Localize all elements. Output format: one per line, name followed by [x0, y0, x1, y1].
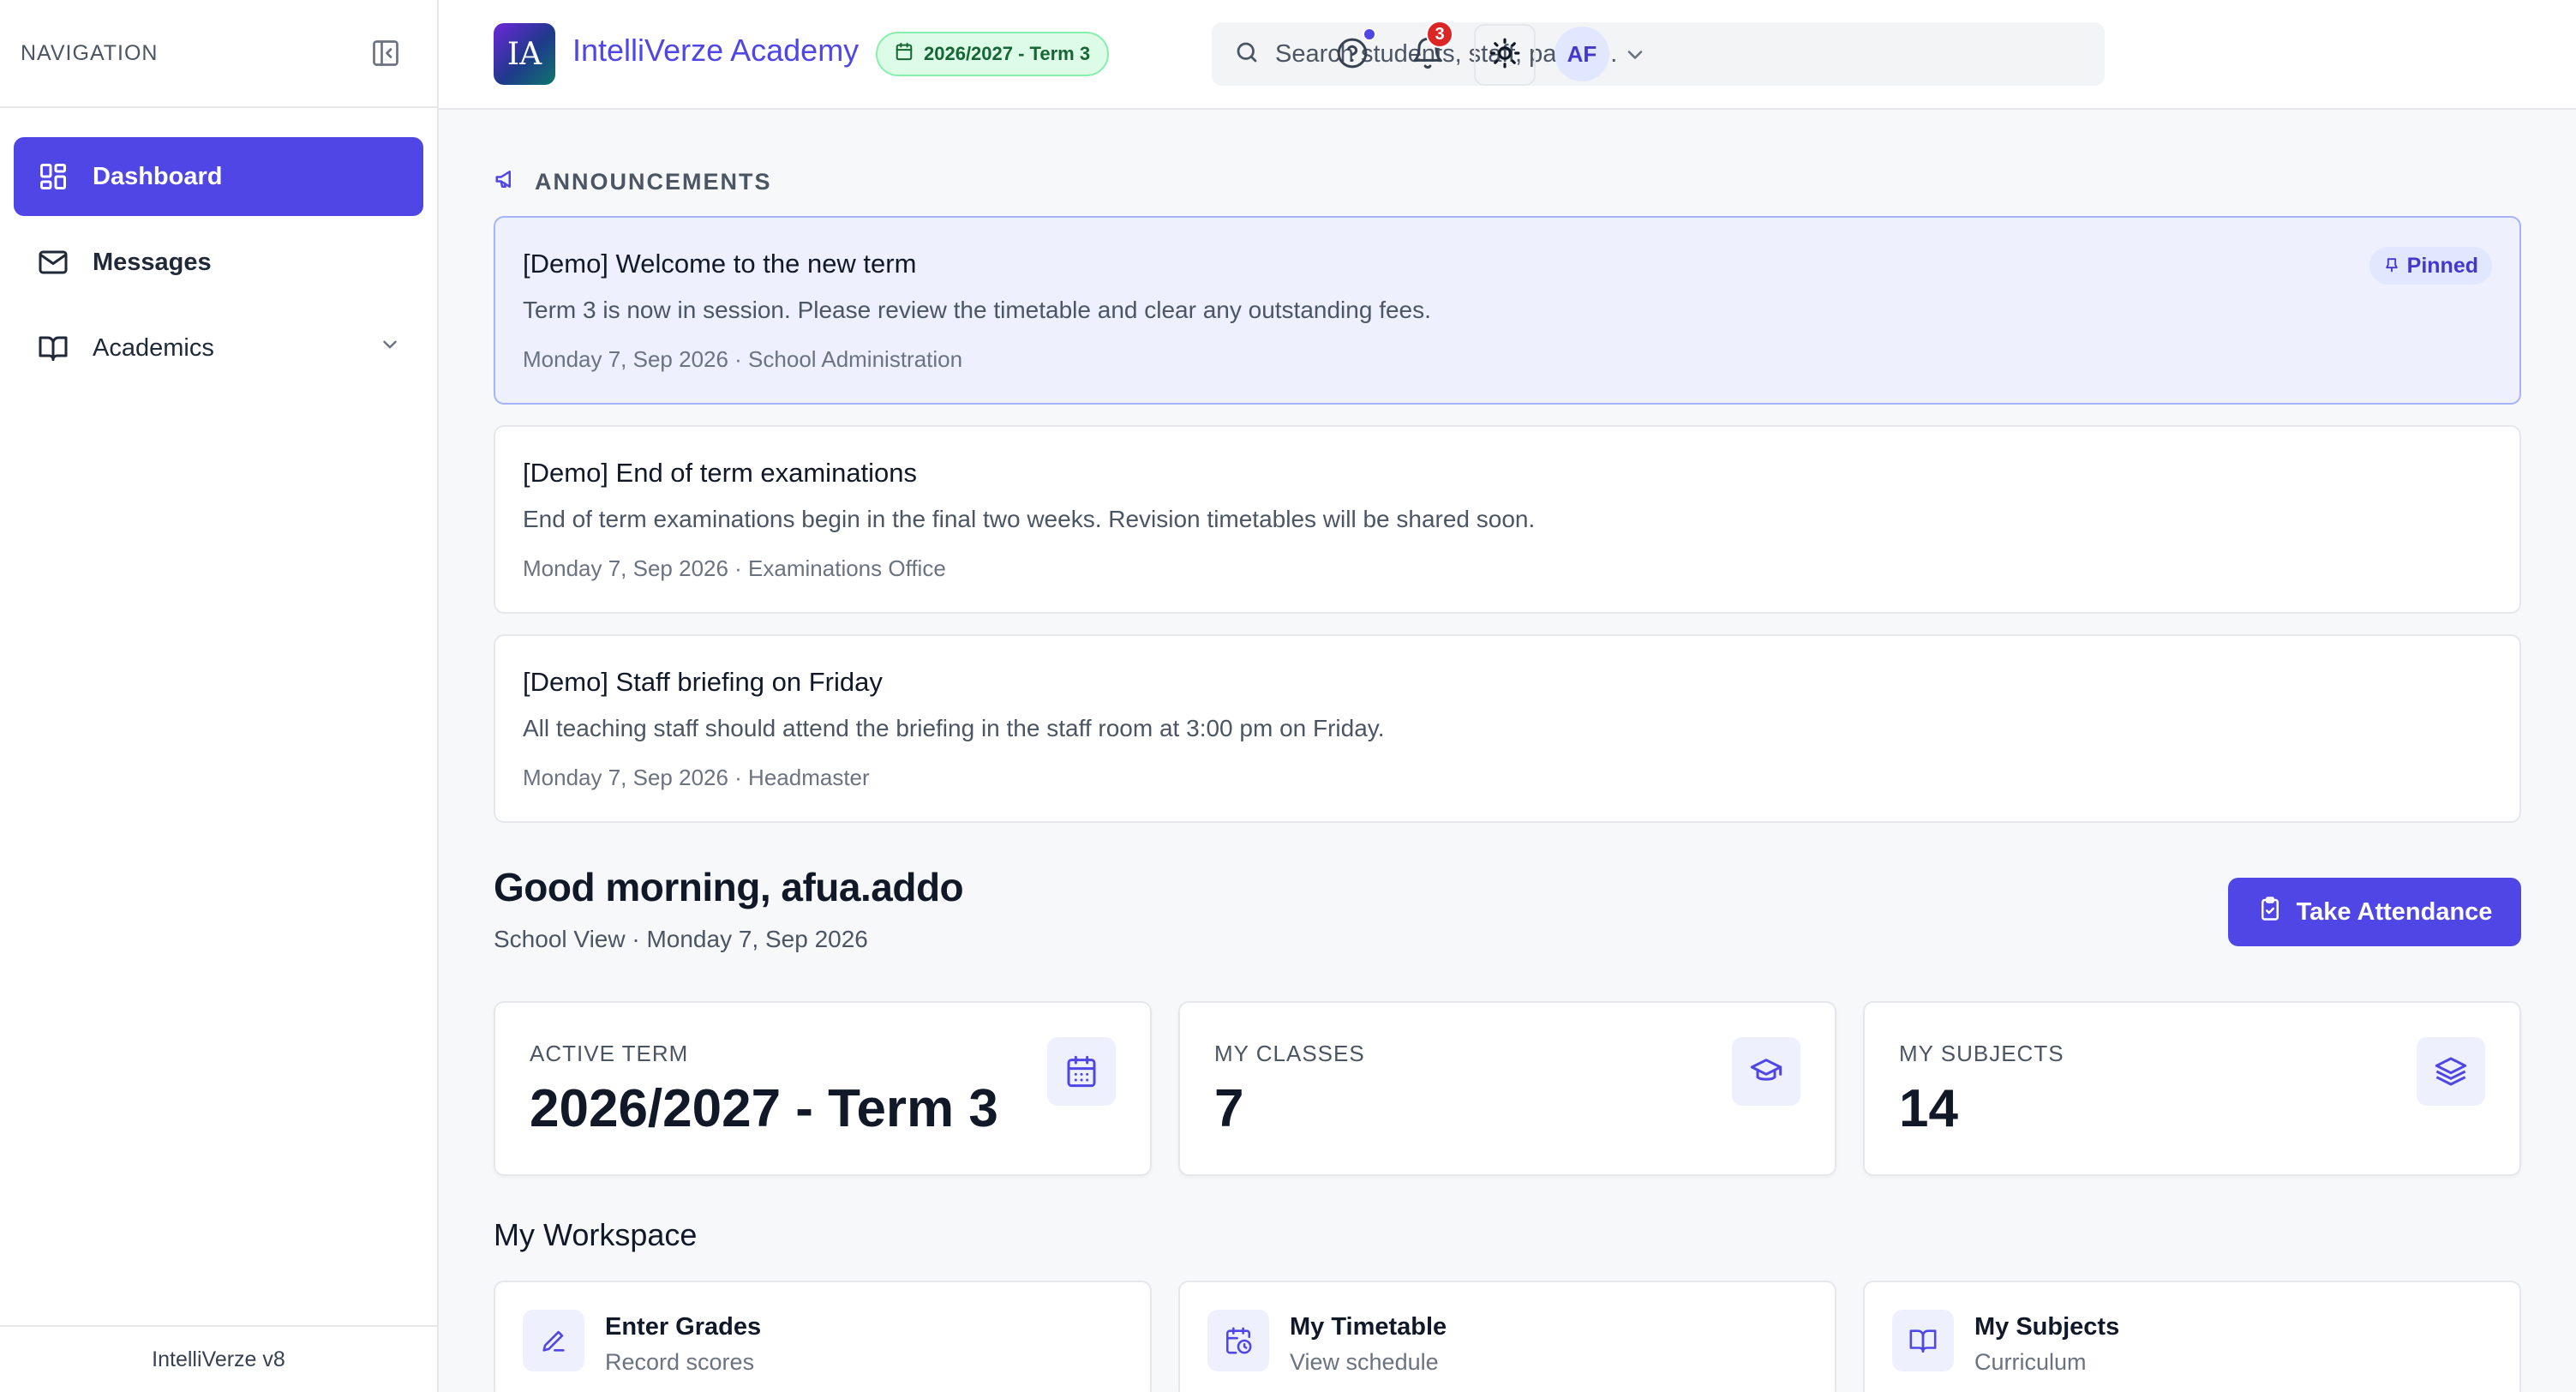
- book-icon: [36, 331, 70, 365]
- book-open-icon: [1892, 1310, 1954, 1371]
- megaphone-icon: [494, 166, 535, 198]
- announcement-card[interactable]: [Demo] Welcome to the new term Term 3 is…: [494, 216, 2521, 405]
- stat-label: MY SUBJECTS: [1899, 1041, 2064, 1066]
- workspace-title: My Workspace: [494, 1217, 698, 1252]
- sidebar-item-label: Academics: [93, 333, 214, 362]
- sidebar-item-label: Messages: [93, 248, 212, 276]
- term-badge-label: 2026/2027 - Term 3: [924, 43, 1091, 64]
- help-button[interactable]: [1325, 27, 1380, 82]
- announcement-card[interactable]: [Demo] Staff briefing on Friday All teac…: [494, 634, 2521, 823]
- sidebar-footer: IntelliVerze v8: [0, 1325, 437, 1392]
- sidebar-nav: Dashboard Messages Academics: [0, 108, 437, 387]
- graduation-cap-icon: [1732, 1037, 1800, 1106]
- layers-icon: [2417, 1037, 2485, 1106]
- workspace-card-subtitle: Curriculum: [1974, 1349, 2087, 1375]
- sidebar-title: NAVIGATION: [21, 40, 159, 65]
- announcement-body: All teaching staff should attend the bri…: [523, 715, 1385, 741]
- workspace-card-enter-grades[interactable]: Enter Grades Record scores: [494, 1281, 1152, 1392]
- sidebar-item-messages[interactable]: Messages: [14, 223, 423, 302]
- stat-card-active-term: ACTIVE TERM 2026/2027 - Term 3: [494, 1001, 1152, 1176]
- announcement-meta: Monday 7, Sep 2026 · Headmaster: [523, 765, 870, 790]
- sun-icon: [1489, 37, 1521, 74]
- stat-label: MY CLASSES: [1214, 1041, 1365, 1066]
- search-icon: [1234, 39, 1275, 69]
- stat-value: 2026/2027 - Term 3: [530, 1079, 998, 1138]
- notification-count-badge: 3: [1426, 21, 1453, 48]
- announcement-title: [Demo] Staff briefing on Friday: [523, 667, 883, 697]
- stat-label: ACTIVE TERM: [530, 1041, 689, 1066]
- notifications-button[interactable]: 3: [1400, 21, 1455, 82]
- stat-card-my-classes: MY CLASSES 7: [1178, 1001, 1836, 1176]
- pinned-label: Pinned: [2406, 253, 2478, 278]
- stat-value: 14: [1899, 1079, 1958, 1138]
- user-avatar[interactable]: AF: [1555, 27, 1609, 81]
- workspace-card-title: My Subjects: [1974, 1313, 2120, 1341]
- sidebar-header: NAVIGATION: [0, 0, 437, 108]
- stat-card-my-subjects: MY SUBJECTS 14: [1863, 1001, 2521, 1176]
- stat-value: 7: [1214, 1079, 1244, 1138]
- app-name[interactable]: IntelliVerze Academy: [572, 33, 859, 69]
- announcement-card[interactable]: [Demo] End of term examinations End of t…: [494, 425, 2521, 614]
- workspace-card-subtitle: View schedule: [1290, 1349, 1439, 1375]
- search-input[interactable]: [1275, 39, 2082, 69]
- greeting-title: Good morning, afua.addo: [494, 865, 964, 909]
- announcement-meta: Monday 7, Sep 2026 · Examinations Office: [523, 555, 946, 581]
- calendar-icon: [1047, 1037, 1116, 1106]
- term-badge[interactable]: 2026/2027 - Term 3: [876, 32, 1110, 76]
- workspace-card-my-timetable[interactable]: My Timetable View schedule: [1178, 1281, 1836, 1392]
- announcements-heading: ANNOUNCEMENTS: [494, 166, 772, 198]
- pin-icon: [2383, 254, 2407, 279]
- theme-toggle-button[interactable]: [1474, 24, 1536, 86]
- app-logo[interactable]: IA: [494, 23, 555, 85]
- greeting-subtitle: School View · Monday 7, Sep 2026: [494, 926, 868, 952]
- chevron-down-icon[interactable]: [1623, 43, 1647, 67]
- workspace-card-title: My Timetable: [1290, 1313, 1447, 1341]
- take-attendance-button[interactable]: Take Attendance: [2228, 878, 2521, 946]
- clipboard-check-icon: [2257, 896, 2297, 928]
- announcement-body: End of term examinations begin in the fi…: [523, 506, 1536, 532]
- announcement-body: Term 3 is now in session. Please review …: [523, 297, 1431, 323]
- top-header: IA IntelliVerze Academy 2026/2027 - Term…: [439, 0, 2576, 110]
- sidebar-item-label: Dashboard: [93, 162, 223, 190]
- take-attendance-label: Take Attendance: [2296, 897, 2493, 926]
- workspace-card-title: Enter Grades: [605, 1313, 762, 1341]
- announcement-meta: Monday 7, Sep 2026 · School Administrati…: [523, 346, 963, 372]
- dashboard-icon: [36, 159, 70, 194]
- help-circle-icon: [1335, 36, 1369, 75]
- sidebar-item-academics[interactable]: Academics: [14, 309, 423, 387]
- announcement-title: [Demo] Welcome to the new term: [523, 249, 917, 279]
- announcements-heading-label: ANNOUNCEMENTS: [535, 169, 772, 195]
- help-indicator-dot: [1363, 27, 1376, 41]
- pencil-icon: [523, 1310, 584, 1371]
- chevron-down-icon: [379, 333, 401, 363]
- sidebar: NAVIGATION Dashboard Messages Academics: [0, 0, 439, 1392]
- calendar-icon: [895, 42, 924, 66]
- sidebar-item-dashboard[interactable]: Dashboard: [14, 137, 423, 216]
- pinned-badge: Pinned: [2369, 247, 2492, 285]
- workspace-card-my-subjects[interactable]: My Subjects Curriculum: [1863, 1281, 2521, 1392]
- mail-icon: [36, 245, 70, 279]
- announcement-title: [Demo] End of term examinations: [523, 458, 918, 488]
- collapse-sidebar-icon[interactable]: [368, 36, 403, 70]
- calendar-clock-icon: [1207, 1310, 1269, 1371]
- workspace-card-subtitle: Record scores: [605, 1349, 755, 1375]
